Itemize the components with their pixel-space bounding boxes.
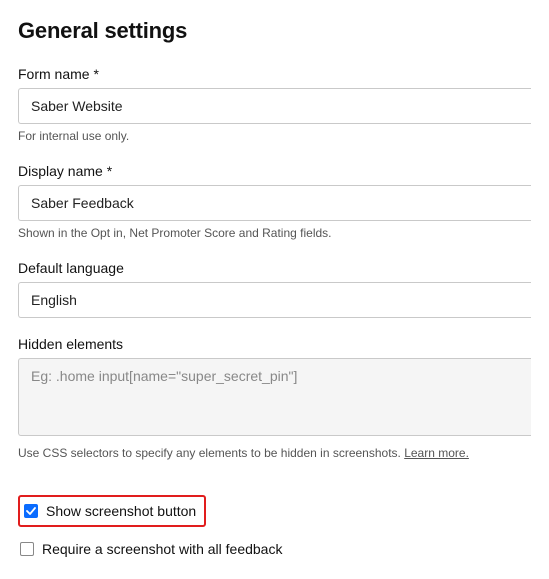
show-screenshot-checkbox[interactable] bbox=[24, 504, 38, 518]
form-name-help: For internal use only. bbox=[18, 128, 531, 145]
show-screenshot-row: Show screenshot button bbox=[18, 495, 206, 527]
check-icon bbox=[26, 506, 36, 516]
form-name-input[interactable] bbox=[18, 88, 531, 124]
display-name-help: Shown in the Opt in, Net Promoter Score … bbox=[18, 225, 531, 242]
default-language-input[interactable] bbox=[18, 282, 531, 318]
require-screenshot-checkbox[interactable] bbox=[20, 542, 34, 556]
page-title: General settings bbox=[18, 18, 531, 44]
default-language-label: Default language bbox=[18, 260, 531, 276]
display-name-label: Display name * bbox=[18, 163, 531, 179]
hidden-elements-help: Use CSS selectors to specify any element… bbox=[18, 445, 531, 462]
form-name-group: Form name * For internal use only. bbox=[18, 66, 531, 145]
display-name-group: Display name * Shown in the Opt in, Net … bbox=[18, 163, 531, 242]
require-screenshot-row: Require a screenshot with all feedback bbox=[18, 537, 531, 561]
learn-more-link[interactable]: Learn more. bbox=[404, 446, 469, 460]
hidden-elements-label: Hidden elements bbox=[18, 336, 531, 352]
default-language-group: Default language bbox=[18, 260, 531, 318]
hidden-elements-textarea[interactable] bbox=[18, 358, 531, 436]
form-name-label: Form name * bbox=[18, 66, 531, 82]
show-screenshot-label: Show screenshot button bbox=[46, 503, 196, 519]
require-screenshot-label: Require a screenshot with all feedback bbox=[42, 541, 282, 557]
hidden-elements-help-text: Use CSS selectors to specify any element… bbox=[18, 446, 404, 460]
display-name-input[interactable] bbox=[18, 185, 531, 221]
hidden-elements-group: Hidden elements Use CSS selectors to spe… bbox=[18, 336, 531, 462]
